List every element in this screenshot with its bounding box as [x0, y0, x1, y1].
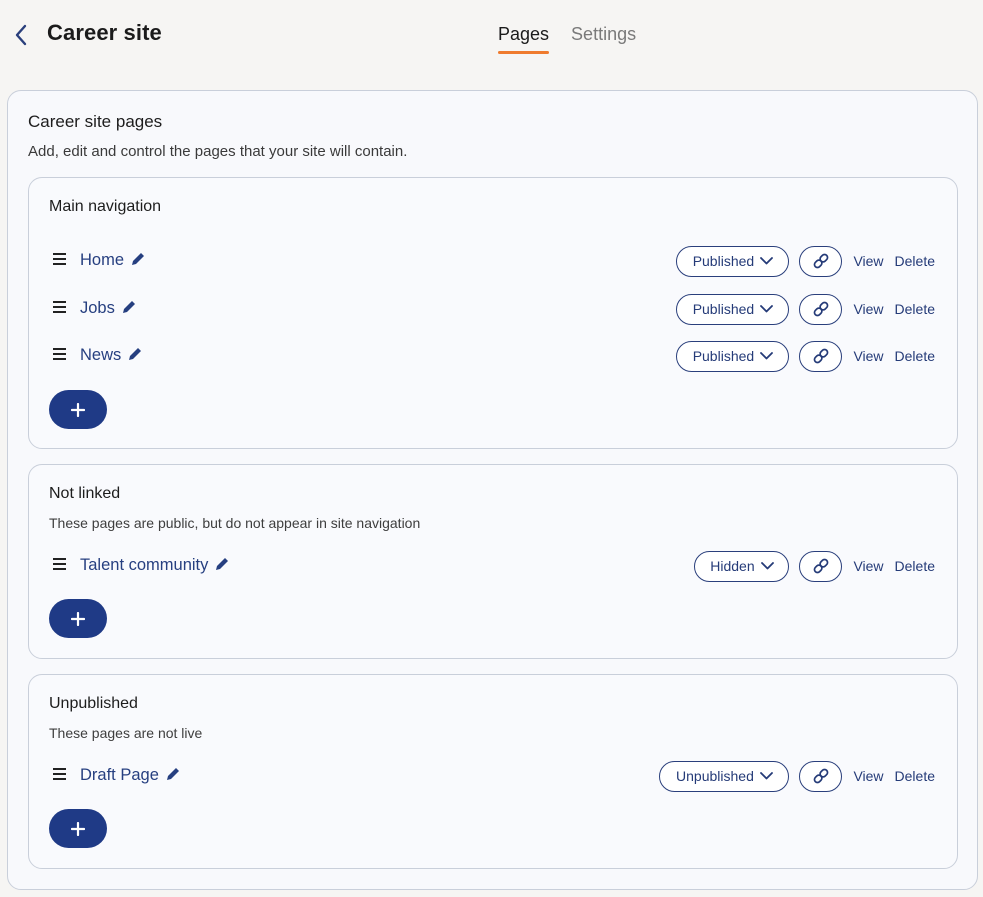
drag-handle-icon[interactable]: [53, 768, 67, 780]
chevron-left-icon: [15, 24, 27, 46]
back-button[interactable]: [9, 22, 33, 48]
drag-handle-icon[interactable]: [53, 348, 67, 360]
page-name[interactable]: Home: [80, 251, 124, 269]
row-controls: Published View Delete: [676, 340, 935, 372]
list-item: Jobs Published View Delete: [29, 293, 959, 325]
add-page-button[interactable]: [49, 390, 107, 429]
section-not-linked: Not linked These pages are public, but d…: [28, 464, 958, 659]
list-item: News Published View Delete: [29, 340, 959, 372]
row-controls: Published View Delete: [676, 293, 935, 325]
status-dropdown[interactable]: Published: [676, 245, 790, 277]
page-title: Career site: [47, 20, 162, 45]
status-label: Published: [692, 253, 755, 269]
view-link[interactable]: View: [853, 768, 883, 784]
page-name[interactable]: Talent community: [80, 556, 208, 574]
link-icon: [813, 558, 829, 574]
copy-link-button[interactable]: [799, 293, 843, 325]
pencil-icon[interactable]: [165, 766, 181, 782]
status-label: Published: [692, 348, 755, 364]
section-title: Main navigation: [49, 198, 162, 215]
row-controls: Hidden View Delete: [694, 550, 935, 582]
list-item: Draft Page Unpublished View Delete: [29, 760, 959, 792]
drag-handle-icon[interactable]: [53, 558, 67, 570]
page-name[interactable]: Draft Page: [80, 766, 159, 784]
status-dropdown[interactable]: Unpublished: [659, 760, 790, 792]
status-dropdown[interactable]: Published: [676, 340, 790, 372]
status-label: Published: [692, 301, 755, 317]
link-icon: [813, 348, 829, 364]
list-item: Home Published View Delete: [29, 245, 959, 277]
chevron-down-icon: [760, 257, 774, 265]
pencil-icon[interactable]: [130, 251, 146, 267]
chevron-down-icon: [760, 352, 774, 360]
section-title: Unpublished: [49, 695, 138, 712]
plus-icon: [71, 611, 85, 626]
chevron-down-icon: [760, 305, 774, 313]
card-title: Career site pages: [28, 112, 163, 131]
link-icon: [813, 253, 829, 269]
tab-bar: Pages Settings: [498, 24, 636, 54]
card-subtitle: Add, edit and control the pages that you…: [28, 143, 408, 160]
plus-icon: [71, 402, 85, 417]
tab-settings[interactable]: Settings: [571, 24, 636, 54]
status-dropdown[interactable]: Hidden: [694, 550, 790, 582]
view-link[interactable]: View: [853, 253, 883, 269]
delete-link[interactable]: Delete: [895, 558, 935, 574]
status-dropdown[interactable]: Published: [676, 293, 790, 325]
view-link[interactable]: View: [853, 558, 883, 574]
delete-link[interactable]: Delete: [895, 253, 935, 269]
add-page-button[interactable]: [49, 809, 107, 848]
pencil-icon[interactable]: [121, 299, 137, 315]
page-name-link[interactable]: Home: [80, 251, 146, 270]
page-name-link[interactable]: News: [80, 346, 143, 365]
drag-handle-icon[interactable]: [53, 253, 67, 265]
delete-link[interactable]: Delete: [895, 768, 935, 784]
pencil-icon[interactable]: [127, 346, 143, 362]
top-bar: Career site Pages Settings: [0, 0, 983, 70]
page-name[interactable]: News: [80, 346, 121, 364]
section-main-navigation: Main navigation Home Published View Dele…: [28, 177, 958, 449]
link-icon: [813, 768, 829, 784]
status-label: Hidden: [710, 558, 755, 574]
drag-handle-icon[interactable]: [53, 301, 67, 313]
status-label: Unpublished: [676, 768, 754, 784]
view-link[interactable]: View: [853, 348, 883, 364]
copy-link-button[interactable]: [799, 340, 843, 372]
chevron-down-icon: [760, 562, 774, 570]
row-controls: Published View Delete: [676, 245, 935, 277]
page-name-link[interactable]: Talent community: [80, 556, 230, 575]
plus-icon: [71, 821, 85, 836]
add-page-button[interactable]: [49, 599, 107, 638]
section-description: These pages are not live: [49, 725, 203, 741]
copy-link-button[interactable]: [799, 550, 843, 582]
delete-link[interactable]: Delete: [895, 348, 935, 364]
row-controls: Unpublished View Delete: [659, 760, 935, 792]
copy-link-button[interactable]: [799, 760, 843, 792]
delete-link[interactable]: Delete: [895, 301, 935, 317]
list-item: Talent community Hidden View Delete: [29, 550, 959, 582]
page-name-link[interactable]: Jobs: [80, 299, 137, 318]
copy-link-button[interactable]: [799, 245, 843, 277]
career-site-pages-card: Career site pages Add, edit and control …: [7, 90, 978, 890]
link-icon: [813, 301, 829, 317]
page-name[interactable]: Jobs: [80, 299, 115, 317]
section-description: These pages are public, but do not appea…: [49, 515, 421, 531]
tab-pages[interactable]: Pages: [498, 24, 550, 54]
page-name-link[interactable]: Draft Page: [80, 766, 181, 785]
view-link[interactable]: View: [853, 301, 883, 317]
section-title: Not linked: [49, 485, 121, 502]
pencil-icon[interactable]: [214, 556, 230, 572]
chevron-down-icon: [759, 772, 773, 780]
section-unpublished: Unpublished These pages are not live Dra…: [28, 674, 958, 869]
